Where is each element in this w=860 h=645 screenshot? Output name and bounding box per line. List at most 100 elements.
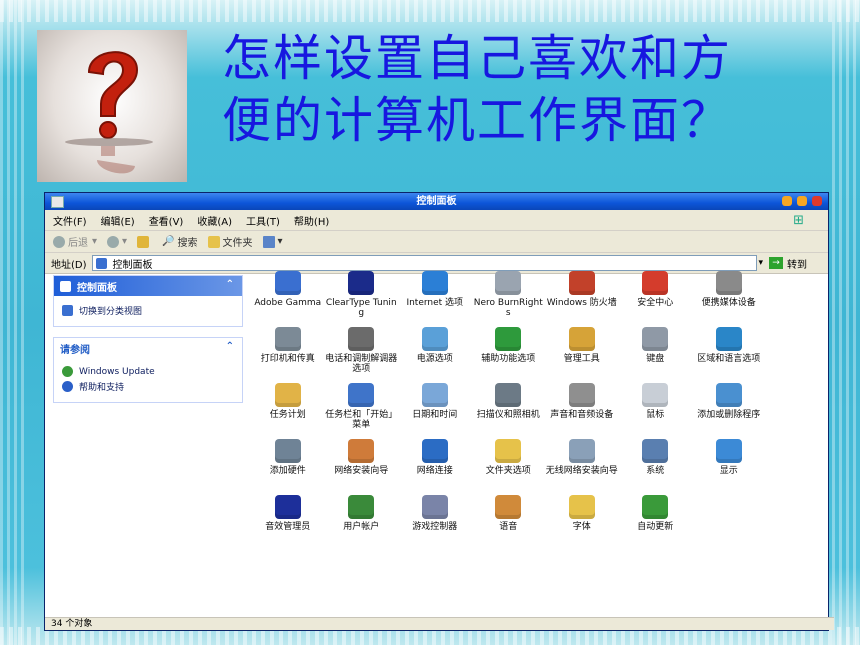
address-dropdown-icon[interactable]: ▾ (759, 258, 764, 268)
control-panel-item[interactable]: 网络安装向导 (325, 437, 399, 493)
control-panel-item-label: 无线网络安装向导 (545, 466, 618, 476)
help-support-link[interactable]: 帮助和支持 (62, 380, 236, 393)
switch-view-label: 切换到分类视图 (79, 307, 143, 317)
control-panel-item-label: 任务栏和「开始」菜单 (325, 410, 398, 430)
control-panel-item[interactable]: 游戏控制器 (398, 493, 472, 549)
control-panel-item[interactable]: 电话和调制解调器选项 (325, 325, 399, 381)
up-folder-button[interactable] (137, 235, 152, 248)
search-button[interactable]: 🔎 搜索 (162, 234, 197, 249)
control-panel-item[interactable]: 任务计划 (251, 381, 325, 437)
control-panel-item[interactable]: 管理工具 (545, 325, 619, 381)
help-icon (62, 381, 73, 392)
address-value: 控制面板 (112, 259, 153, 271)
control-panel-item[interactable]: Nero BurnRights (472, 269, 546, 325)
control-panel-item-label: 电话和调制解调器选项 (325, 354, 398, 374)
control-panel-item[interactable]: Adobe Gamma (251, 269, 325, 325)
see-also-header[interactable]: 请参阅 ⌃ (54, 338, 242, 358)
search-icon: 🔎 (162, 236, 175, 247)
decorative-left-stripes (0, 0, 28, 645)
back-dropdown-icon[interactable]: ▾ (92, 236, 97, 247)
control-panel-item[interactable]: Windows 防火墙 (545, 269, 619, 325)
object-count: 34 个对象 (51, 619, 93, 629)
control-panel-section-header[interactable]: 控制面板 ⌃ (54, 276, 242, 296)
control-panel-item-label: 添加硬件 (269, 466, 306, 476)
control-panel-item-label: 系统 (646, 466, 665, 476)
control-panel-item[interactable]: 文件夹选项 (472, 437, 546, 493)
forward-button[interactable]: ▾ (107, 235, 127, 248)
control-panel-section-title: 控制面板 (77, 282, 117, 294)
control-panel-item[interactable]: 便携媒体设备 (692, 269, 766, 325)
minimize-button[interactable] (782, 196, 792, 206)
control-panel-item[interactable]: ClearType Tuning (325, 269, 399, 325)
headline: 怎样设置自己喜欢和方 便的计算机工作界面？ (222, 28, 822, 152)
power-icon (421, 327, 448, 351)
menu-tools[interactable]: 工具(T) (246, 213, 280, 228)
monitor-icon (274, 271, 301, 295)
control-panel-section: 控制面板 ⌃ 切换到分类视图 (53, 275, 243, 327)
control-panel-item[interactable]: 音效管理员 (251, 493, 325, 549)
close-button[interactable] (812, 196, 822, 206)
control-panel-item[interactable]: 区域和语言选项 (692, 325, 766, 381)
question-mark-image (37, 30, 187, 182)
control-panel-item[interactable]: 无线网络安装向导 (545, 437, 619, 493)
network-icon (421, 439, 448, 463)
windows-update-link[interactable]: Windows Update (62, 366, 236, 377)
menu-file[interactable]: 文件(F) (53, 213, 87, 228)
decorative-top-stripes (0, 0, 860, 22)
menu-help[interactable]: 帮助(H) (294, 213, 329, 228)
media-device-icon (715, 271, 742, 295)
control-panel-item[interactable]: 扫描仪和照相机 (472, 381, 546, 437)
control-panel-item[interactable]: 用户帐户 (325, 493, 399, 549)
task-pane: 控制面板 ⌃ 切换到分类视图 请参阅 ⌃ Windows Update 帮助和支… (53, 275, 243, 413)
menu-edit[interactable]: 编辑(E) (101, 213, 135, 228)
collapse-chevron-icon[interactable]: ⌃ (226, 279, 234, 290)
views-button[interactable]: ▾ (262, 235, 283, 248)
address-label: 地址(D) (51, 259, 87, 271)
menu-view[interactable]: 查看(V) (149, 213, 184, 228)
control-panel-item[interactable]: 安全中心 (619, 269, 693, 325)
control-panel-item[interactable]: 打印机和传真 (251, 325, 325, 381)
control-panel-item[interactable]: 辅助功能选项 (472, 325, 546, 381)
control-panel-item-label: 文件夹选项 (485, 466, 531, 476)
control-panel-item[interactable]: 系统 (619, 437, 693, 493)
control-panel-item[interactable]: 显示 (692, 437, 766, 493)
control-panel-item-label: 便携媒体设备 (701, 298, 756, 308)
control-panel-item-label: 电源选项 (416, 354, 453, 364)
control-panel-item-label: 游戏控制器 (412, 522, 458, 532)
control-panel-item-label: 字体 (572, 522, 591, 532)
headline-line-2: 便的计算机工作界面？ (222, 92, 733, 149)
control-panel-item-label: 安全中心 (637, 298, 674, 308)
folders-button[interactable]: 文件夹 (207, 234, 253, 249)
window-titlebar[interactable]: 控制面板 (45, 193, 828, 210)
control-panel-icon (60, 280, 71, 292)
status-bar: 34 个对象 (45, 617, 834, 630)
back-arrow-icon (53, 235, 65, 248)
go-arrow-icon[interactable]: → (769, 257, 784, 269)
users-icon (348, 495, 375, 519)
network-wizard-icon (348, 439, 375, 463)
control-panel-item[interactable]: 网络连接 (398, 437, 472, 493)
menu-favorites[interactable]: 收藏(A) (197, 213, 232, 228)
control-panel-item[interactable]: 声音和音频设备 (545, 381, 619, 437)
control-panel-item[interactable]: Internet 选项 (398, 269, 472, 325)
collapse-chevron-icon[interactable]: ⌃ (226, 341, 234, 352)
maximize-button[interactable] (797, 196, 807, 206)
control-panel-item[interactable]: 添加硬件 (251, 437, 325, 493)
back-button[interactable]: 后退 ▾ (53, 234, 97, 249)
control-panel-item[interactable]: 任务栏和「开始」菜单 (325, 381, 399, 437)
control-panel-item-label: Nero BurnRights (473, 298, 543, 318)
forward-dropdown-icon[interactable]: ▾ (122, 236, 127, 247)
control-panel-item[interactable]: 字体 (545, 493, 619, 549)
control-panel-item[interactable]: 鼠标 (619, 381, 693, 437)
windows-update-label: Windows Update (79, 366, 155, 377)
fonts-icon (568, 495, 595, 519)
control-panel-item[interactable]: 键盘 (619, 325, 693, 381)
control-panel-item[interactable]: 添加或删除程序 (692, 381, 766, 437)
control-panel-item[interactable]: 自动更新 (619, 493, 693, 549)
control-panel-item[interactable]: 电源选项 (398, 325, 472, 381)
control-panel-item[interactable]: 日期和时间 (398, 381, 472, 437)
switch-to-category-view-link[interactable]: 切换到分类视图 (62, 304, 236, 317)
control-panel-item[interactable]: 语音 (472, 493, 546, 549)
region-icon (715, 327, 742, 351)
folder-options-icon (495, 439, 522, 463)
